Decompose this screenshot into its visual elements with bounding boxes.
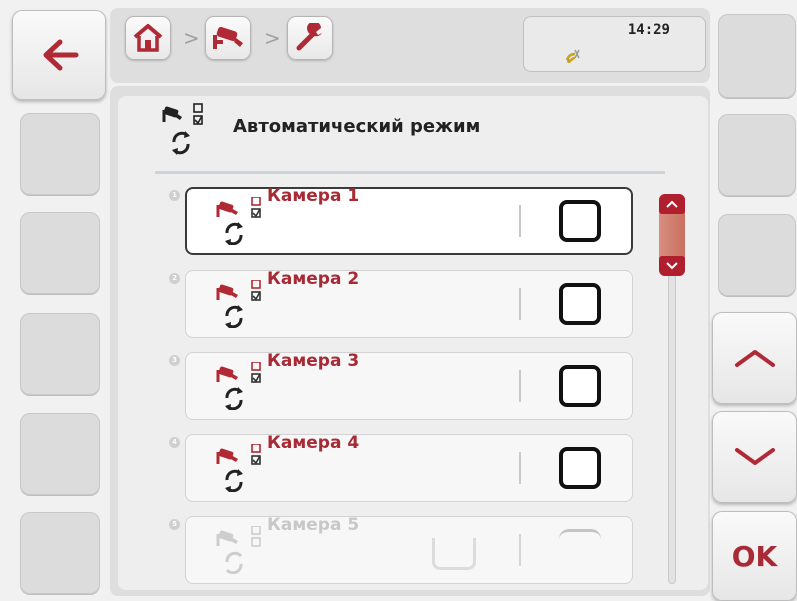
divider	[519, 452, 521, 484]
camera-auto-mode-icon	[216, 362, 261, 410]
row-number: 5	[169, 519, 180, 530]
checkbox[interactable]	[559, 200, 601, 242]
list-item-camera-5[interactable]: Камера 5	[185, 515, 633, 584]
divider	[155, 171, 665, 174]
ok-label: OK	[731, 539, 778, 573]
signal-icon	[565, 49, 580, 63]
chevron-down-icon	[735, 448, 775, 465]
back-button[interactable]	[12, 10, 106, 100]
list-item-label: Камера 3	[267, 351, 360, 371]
camera-auto-mode-icon	[216, 526, 261, 574]
home-icon	[133, 24, 163, 52]
divider	[519, 205, 521, 237]
chevron-up-icon	[735, 350, 775, 367]
page-title: Автоматический режим	[233, 116, 481, 137]
softkey-right-3[interactable]	[718, 214, 796, 296]
list-item-camera-1[interactable]: Камера 1	[185, 186, 633, 255]
breadcrumb-separator: >	[264, 26, 281, 50]
status-field: 14:29	[523, 16, 706, 72]
softkey-left-2[interactable]	[20, 113, 100, 195]
list-item-label: Камера 2	[267, 269, 360, 289]
breadcrumb-separator: >	[183, 26, 200, 50]
camera-auto-mode-icon	[216, 444, 261, 492]
checkbox[interactable]	[559, 283, 601, 325]
ok-button[interactable]: OK	[712, 511, 797, 601]
list-item-label: Камера 1	[267, 186, 360, 206]
chevron-up-icon	[666, 200, 678, 208]
softkey-left-4[interactable]	[20, 313, 100, 395]
breadcrumb-settings[interactable]	[287, 16, 333, 60]
checkbox-partial[interactable]	[559, 529, 601, 539]
divider	[519, 288, 521, 320]
softkey-right-2[interactable]	[718, 114, 796, 196]
checkbox[interactable]	[559, 365, 601, 407]
list-item-label: Камера 4	[267, 433, 360, 453]
list-item-camera-4[interactable]: Камера 4	[185, 433, 633, 502]
clock: 14:29	[627, 22, 670, 38]
scrollbar-track[interactable]	[668, 266, 676, 584]
arrow-left-icon	[43, 39, 79, 71]
wrench-icon	[296, 23, 322, 51]
row-number: 1	[169, 190, 180, 201]
camera-auto-mode-icon	[216, 197, 261, 245]
softkey-left-5[interactable]	[20, 413, 100, 495]
scroll-up-button[interactable]	[712, 312, 797, 404]
scrollbar-thumb[interactable]	[659, 194, 685, 276]
scroll-down-cap	[659, 256, 685, 276]
list-item-label: Камера 5	[267, 515, 360, 535]
camera-auto-mode-icon	[216, 280, 261, 328]
camera-auto-mode-icon	[162, 103, 203, 155]
row-number: 4	[169, 437, 180, 448]
camera-icon	[213, 26, 243, 49]
softkey-left-6[interactable]	[20, 512, 100, 594]
chevron-down-icon	[666, 262, 678, 270]
softkey-left-3[interactable]	[20, 212, 100, 294]
checkbox[interactable]	[559, 447, 601, 489]
divider	[519, 370, 521, 402]
softkey-right-1[interactable]	[718, 14, 796, 98]
list-item-camera-2[interactable]: Камера 2	[185, 269, 633, 338]
scroll-up-cap	[659, 194, 685, 214]
scroll-down-button[interactable]	[712, 411, 797, 503]
breadcrumb-home[interactable]	[125, 16, 171, 60]
list-item-camera-3[interactable]: Камера 3	[185, 351, 633, 420]
divider	[519, 534, 521, 566]
dropdown-shape	[432, 538, 476, 570]
row-number: 2	[169, 273, 180, 284]
breadcrumb-camera[interactable]	[205, 16, 251, 60]
row-number: 3	[169, 355, 180, 366]
